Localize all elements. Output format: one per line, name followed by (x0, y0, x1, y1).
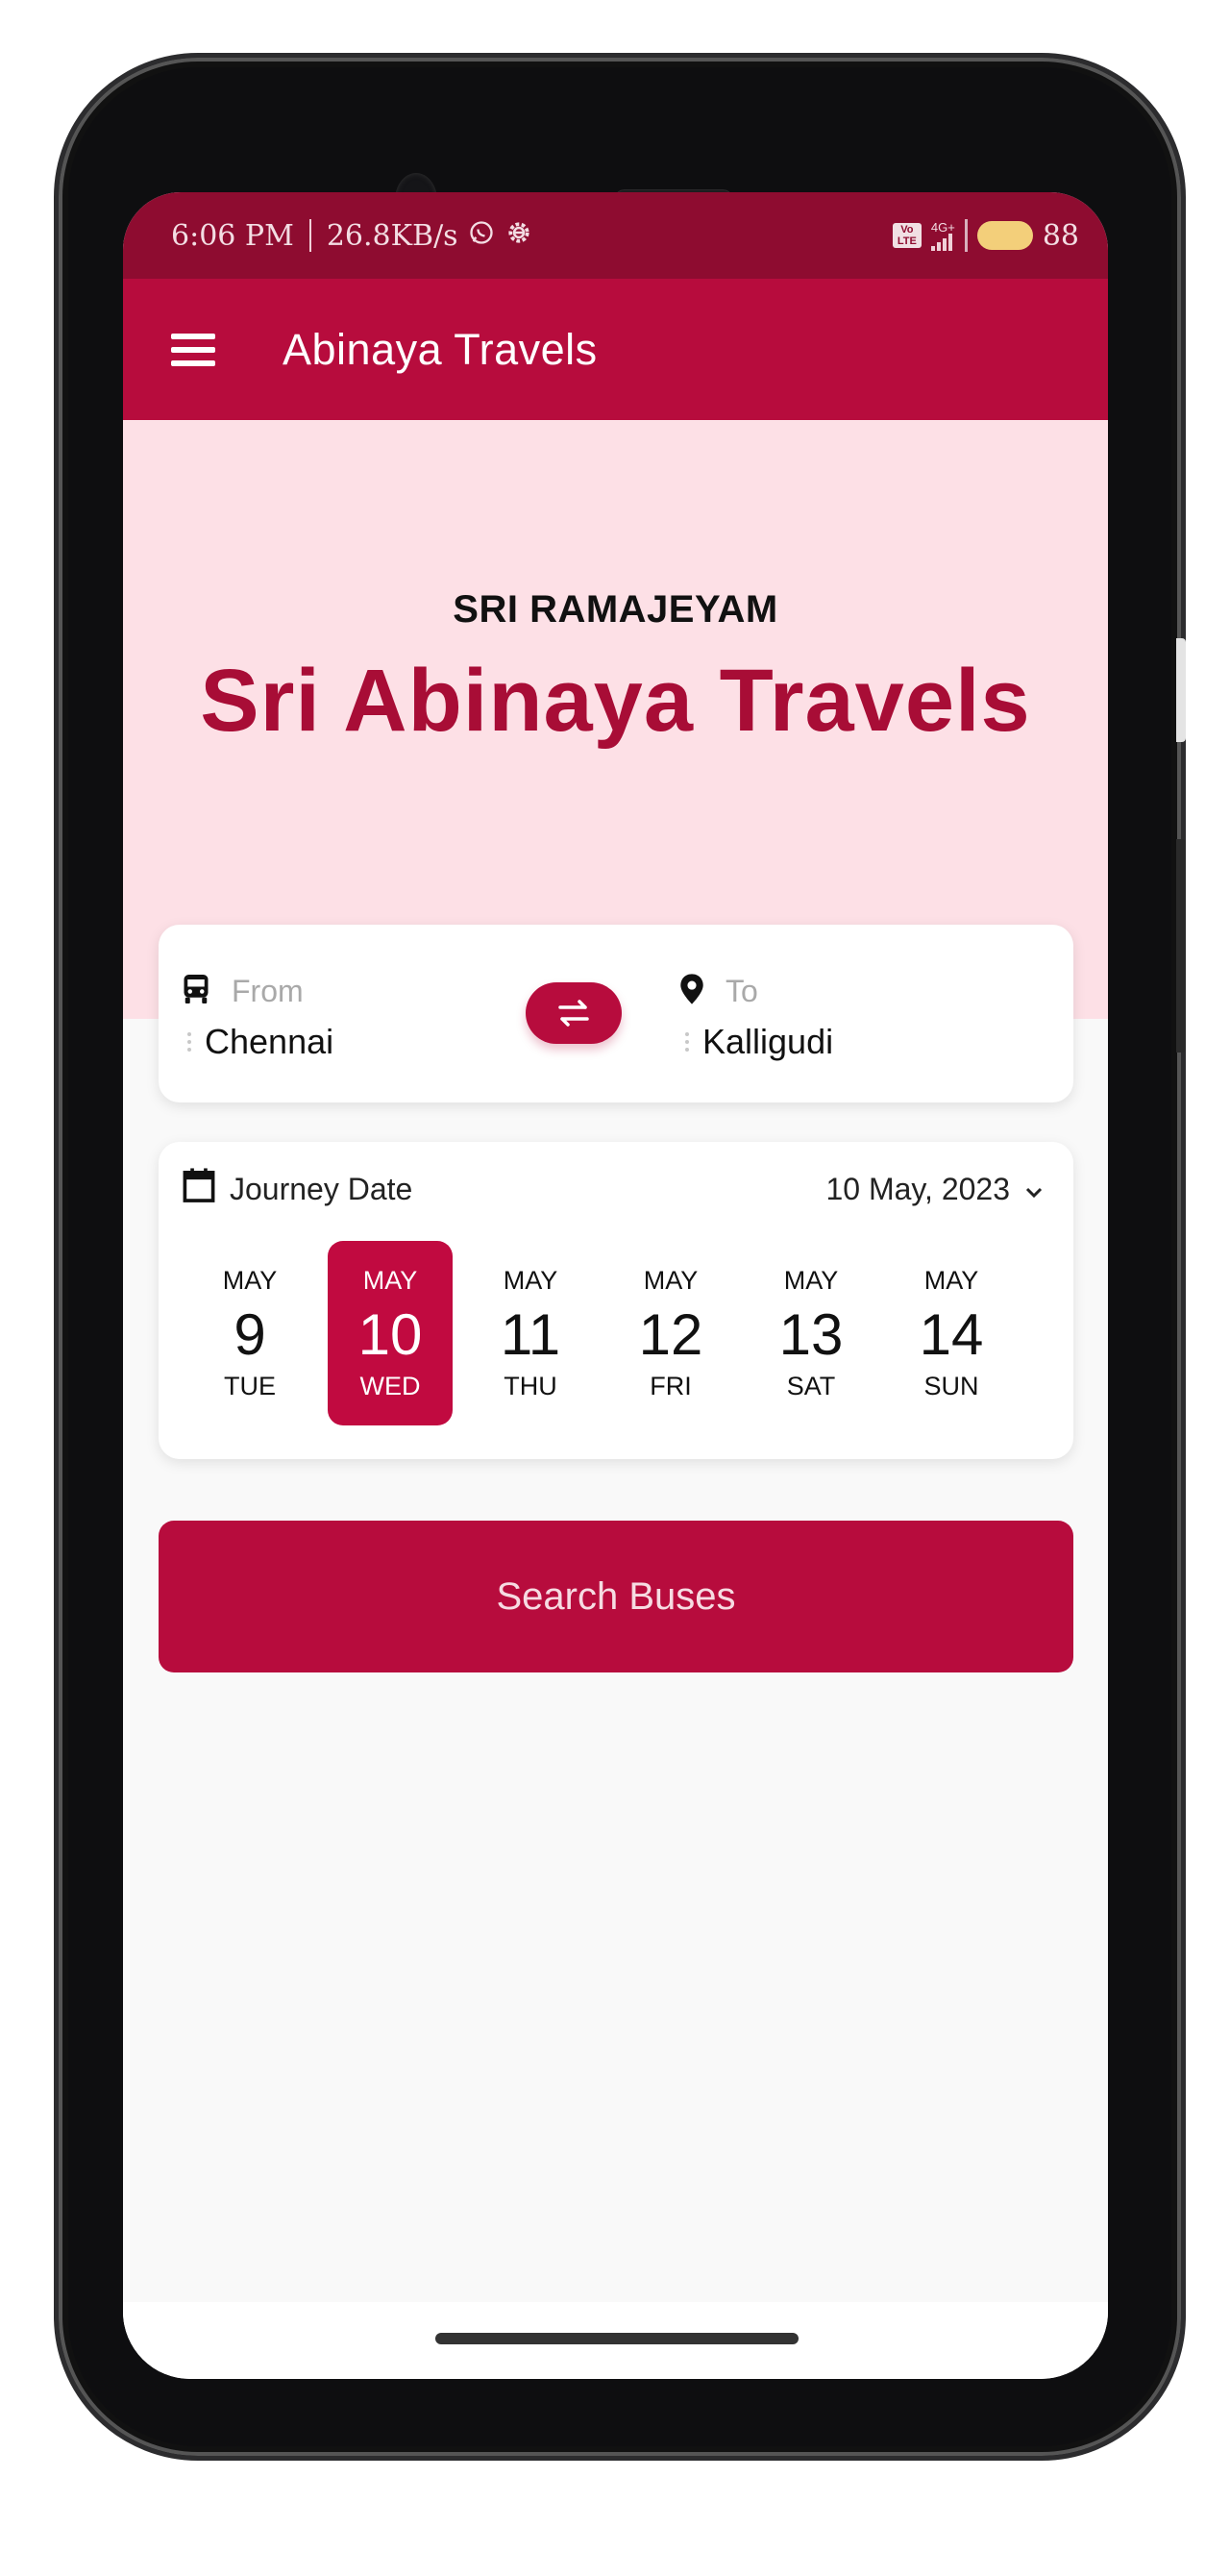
to-field[interactable]: To Kalligudi (679, 973, 833, 1062)
signal-bars-icon (930, 233, 952, 251)
battery-icon (976, 221, 1033, 250)
from-field[interactable]: From Chennai (182, 973, 333, 1062)
side-button-power (1176, 638, 1186, 742)
side-button-volume (1176, 839, 1186, 1053)
date-weekday: FRI (650, 1371, 692, 1400)
date-month: MAY (222, 1265, 278, 1295)
location-pin-icon (679, 973, 704, 1010)
swap-route-button[interactable] (526, 982, 622, 1044)
date-day: 12 (638, 1301, 703, 1367)
dots-decoration (685, 1032, 689, 1052)
date-weekday: SAT (786, 1371, 836, 1400)
settings-gear-icon (504, 218, 533, 254)
date-option[interactable]: MAY 11 THU (468, 1241, 593, 1425)
date-weekday: TUE (224, 1371, 276, 1400)
app-title: Abinaya Travels (283, 324, 598, 374)
journey-date-card: Journey Date 10 May, 2023 MAY 9 TUE MAY … (159, 1142, 1073, 1459)
date-month: MAY (783, 1265, 839, 1295)
hero-title: Sri Abinaya Travels (200, 652, 1031, 750)
date-option[interactable]: MAY 9 TUE (187, 1241, 312, 1425)
navigation-bar (123, 2302, 1108, 2379)
date-weekday: THU (504, 1371, 557, 1400)
date-day: 13 (778, 1301, 844, 1367)
journey-date-label: Journey Date (230, 1171, 413, 1206)
date-weekday: WED (359, 1371, 421, 1400)
home-indicator[interactable] (435, 2333, 799, 2344)
phone-screen: 6:06 PM 26.8KB/s Vo LTE 4G+ 88 Abinaya T… (123, 192, 1108, 2379)
hero-subtitle: SRI RAMAJEYAM (453, 588, 778, 631)
network-indicator: 4G+ (930, 219, 955, 251)
date-month: MAY (923, 1265, 979, 1295)
date-day: 9 (234, 1301, 266, 1367)
network-speed: 26.8KB/s (326, 218, 458, 253)
volte-icon: Vo LTE (892, 223, 922, 248)
date-day: 11 (500, 1301, 561, 1367)
date-day: 14 (919, 1301, 984, 1367)
date-weekday: SUN (923, 1371, 979, 1400)
date-month: MAY (643, 1265, 699, 1295)
from-label: From (232, 974, 304, 1008)
date-month: MAY (362, 1265, 418, 1295)
from-value: Chennai (205, 1022, 334, 1061)
status-separator (308, 219, 311, 252)
date-month: MAY (503, 1265, 558, 1295)
selected-date: 10 May, 2023 (825, 1171, 1010, 1206)
battery-percent: 88 (1042, 218, 1079, 253)
swap-arrows-icon (558, 1000, 589, 1027)
network-type: 4G+ (930, 219, 955, 235)
date-option[interactable]: MAY 13 SAT (749, 1241, 873, 1425)
route-card: From Chennai To Kalligudi (159, 925, 1073, 1102)
wifi-calling-icon (964, 219, 968, 252)
hamburger-menu-icon[interactable] (171, 333, 215, 366)
date-option[interactable]: MAY 14 SUN (889, 1241, 1014, 1425)
calendar-icon (182, 1167, 216, 1211)
to-value: Kalligudi (702, 1022, 834, 1061)
status-time: 6:06 PM (171, 218, 294, 253)
date-option-selected[interactable]: MAY 10 WED (328, 1241, 453, 1425)
date-option[interactable]: MAY 12 FRI (608, 1241, 733, 1425)
to-label: To (726, 974, 758, 1008)
date-picker-dropdown[interactable]: 10 May, 2023 (825, 1172, 1045, 1207)
date-day: 10 (357, 1301, 423, 1367)
status-bar: 6:06 PM 26.8KB/s Vo LTE 4G+ 88 (123, 192, 1108, 279)
whatsapp-icon (468, 219, 495, 253)
search-buses-button[interactable]: Search Buses (159, 1521, 1073, 1672)
dots-decoration (187, 1032, 191, 1052)
date-strip: MAY 9 TUE MAY 10 WED MAY 11 THU MAY 12 F… (187, 1241, 1014, 1425)
chevron-down-icon (1023, 1172, 1045, 1207)
app-bar: Abinaya Travels (123, 279, 1108, 420)
bus-icon (182, 973, 210, 1010)
